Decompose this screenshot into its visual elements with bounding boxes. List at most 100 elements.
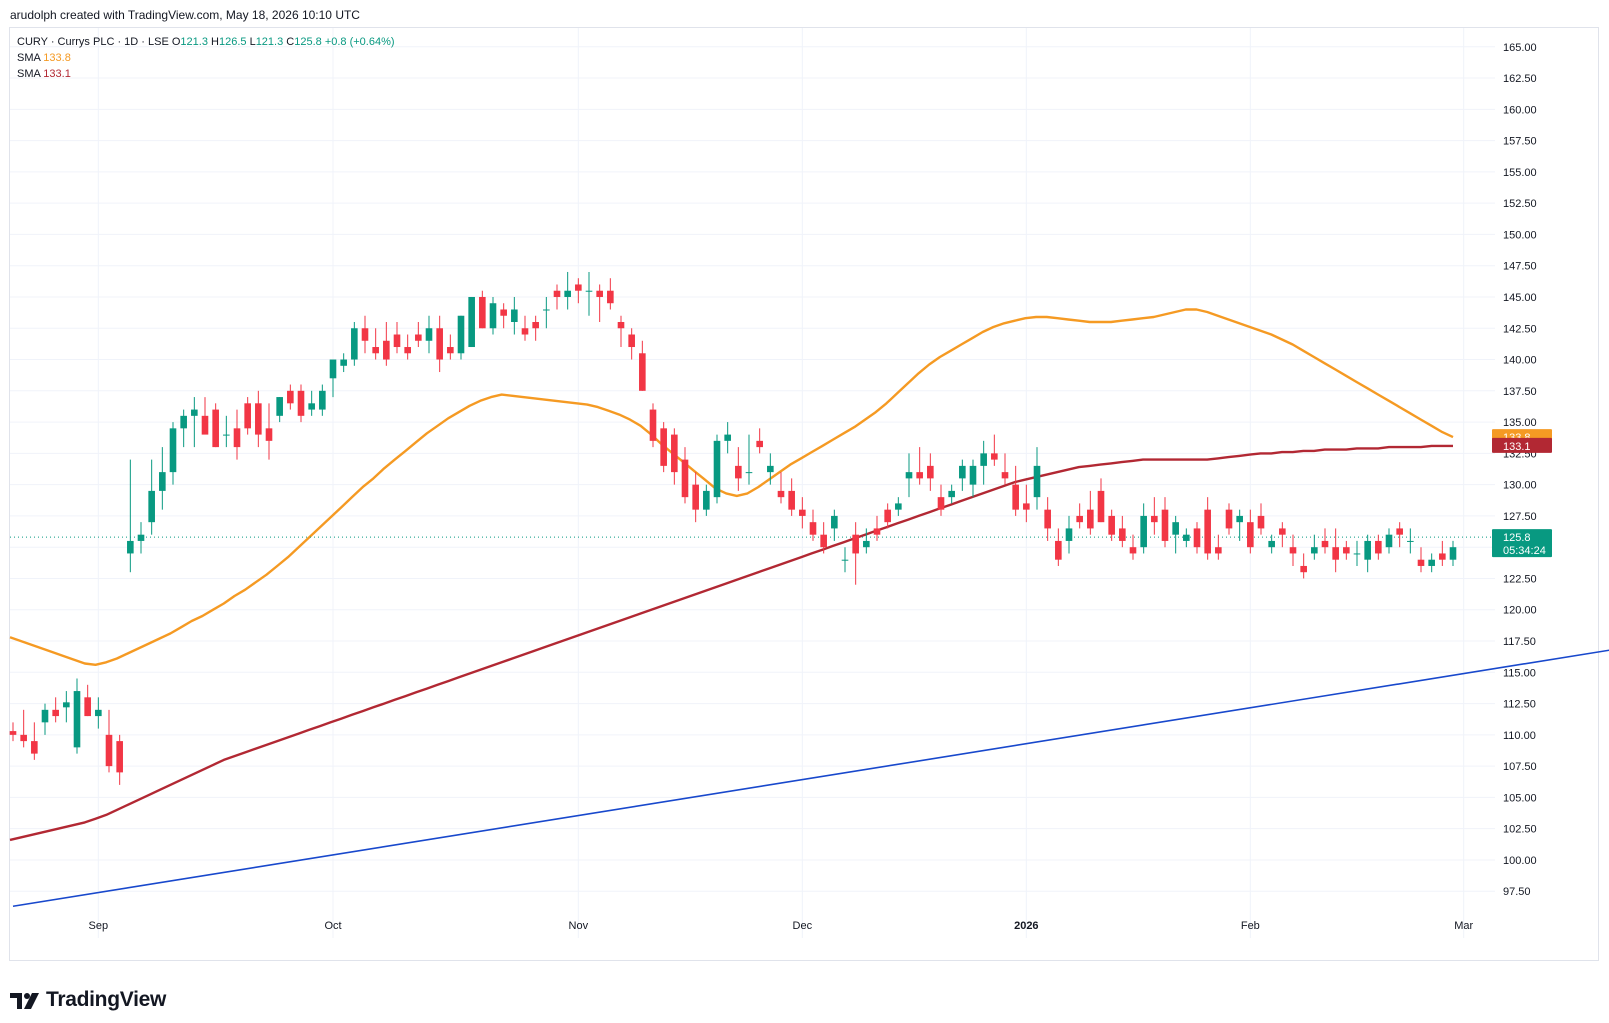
candle-body — [1161, 509, 1169, 541]
y-tick-label: 100.00 — [1503, 855, 1537, 867]
candle-body — [948, 490, 955, 498]
candle-body — [127, 540, 134, 554]
candle-body — [575, 284, 582, 291]
candle-body — [692, 484, 699, 510]
last-price-tag-value: 125.8 — [1503, 532, 1531, 544]
candle-body — [351, 328, 358, 360]
candle-body — [639, 353, 646, 391]
candle-body — [180, 415, 187, 429]
candle-body — [1204, 509, 1211, 554]
trendline — [12, 649, 1609, 908]
sma-fast-line — [9, 308, 1454, 666]
candle-body — [1375, 540, 1382, 554]
y-tick-label: 162.50 — [1503, 73, 1537, 85]
candle-body — [1300, 565, 1307, 573]
candle-body — [511, 309, 518, 322]
candle-body — [105, 734, 113, 767]
candle-body — [212, 409, 219, 448]
candle-body — [340, 359, 347, 366]
candle-body — [969, 465, 977, 485]
candle-body — [84, 697, 91, 717]
candle-body — [137, 534, 145, 541]
candle-body — [383, 340, 390, 360]
candle-body — [329, 359, 337, 379]
y-tick-label: 160.00 — [1503, 104, 1537, 116]
tradingview-logo[interactable]: TradingView — [10, 988, 166, 1012]
candle-body — [447, 347, 454, 354]
candle-body — [1407, 540, 1414, 542]
y-tick-label: 157.50 — [1503, 136, 1537, 148]
candle-body — [393, 334, 401, 348]
y-tick-label: 117.50 — [1503, 636, 1536, 648]
sma-value: 133.1 — [43, 68, 71, 80]
candle-body — [95, 709, 102, 717]
candle-body — [1065, 528, 1073, 541]
candle-body — [41, 709, 49, 723]
candle-body — [1215, 547, 1222, 554]
candle-body — [884, 509, 891, 523]
candle-body — [660, 428, 667, 466]
candle-body — [1268, 540, 1275, 548]
candle-body — [169, 428, 177, 473]
candle-body — [500, 309, 507, 316]
ohlc-value: 125.8 — [294, 36, 325, 48]
candle-body — [1289, 547, 1297, 554]
y-tick-label: 152.50 — [1503, 198, 1537, 210]
candle-body — [1311, 547, 1318, 554]
x-tick-label: Oct — [324, 920, 341, 932]
last-price-tag-countdown: 05:34:24 — [1503, 545, 1546, 557]
sma-row-slow[interactable]: SMA 133.1 — [17, 66, 395, 82]
candle-body — [543, 309, 550, 311]
symbol-label[interactable]: CURY · Currys PLC · 1D · LSE — [17, 36, 169, 48]
candle-body — [1033, 465, 1041, 498]
candle-body — [1417, 559, 1425, 566]
candle-body — [895, 503, 902, 510]
y-tick-label: 110.00 — [1503, 730, 1536, 742]
candle-body — [681, 459, 689, 498]
x-tick-label: Nov — [569, 920, 589, 932]
chart-legend: CURY · Currys PLC · 1D · LSE O121.3 H126… — [17, 34, 395, 82]
candle-body — [628, 334, 635, 348]
candle-body — [991, 453, 998, 460]
candle-body — [1108, 515, 1115, 535]
candle-body — [703, 490, 710, 510]
candle-body — [937, 497, 945, 510]
candle-body — [564, 290, 571, 297]
x-tick-label: 2026 — [1014, 920, 1038, 932]
y-tick-label: 145.00 — [1503, 292, 1537, 304]
candle-body — [1012, 484, 1019, 510]
x-tick-label: Feb — [1241, 920, 1260, 932]
candle-body — [73, 691, 81, 748]
candle-body — [1321, 540, 1329, 548]
y-tick-label: 97.50 — [1503, 886, 1531, 898]
y-tick-label: 165.00 — [1503, 42, 1537, 54]
candle-body — [1439, 553, 1446, 560]
candle-body — [265, 428, 273, 441]
symbol-row[interactable]: CURY · Currys PLC · 1D · LSE O121.3 H126… — [17, 34, 395, 50]
candle-body — [553, 290, 561, 297]
candle-body — [1076, 515, 1083, 523]
candle-body — [852, 534, 859, 554]
candle-body — [361, 328, 369, 341]
price-change: +0.8 (+0.64%) — [324, 36, 395, 48]
candle-body — [9, 731, 17, 735]
candle-body — [607, 290, 614, 304]
price-chart[interactable]: 97.50 100.00 102.50 105.00 107.50 110.00 112.5… — [0, 0, 1609, 1023]
candle-body — [671, 434, 678, 473]
candle-body — [713, 440, 721, 498]
candle-body — [116, 741, 123, 773]
candle-body — [479, 296, 486, 329]
candle-body — [1151, 515, 1158, 523]
tradingview-logo-icon — [10, 993, 39, 1009]
y-tick-label: 155.00 — [1503, 167, 1537, 179]
sma-label: SMA — [17, 52, 41, 64]
candle-body — [63, 702, 70, 708]
y-tick-label: 120.00 — [1503, 605, 1537, 617]
y-tick-label: 105.00 — [1503, 792, 1537, 804]
candle-body — [863, 540, 870, 548]
candle-body — [52, 709, 59, 717]
ohlc-values: O121.3 H126.5 L121.3 C125.8 — [172, 36, 325, 48]
x-tick-label: Sep — [89, 920, 109, 932]
sma-row-fast[interactable]: SMA 133.8 — [17, 50, 395, 66]
candle-body — [959, 465, 966, 479]
